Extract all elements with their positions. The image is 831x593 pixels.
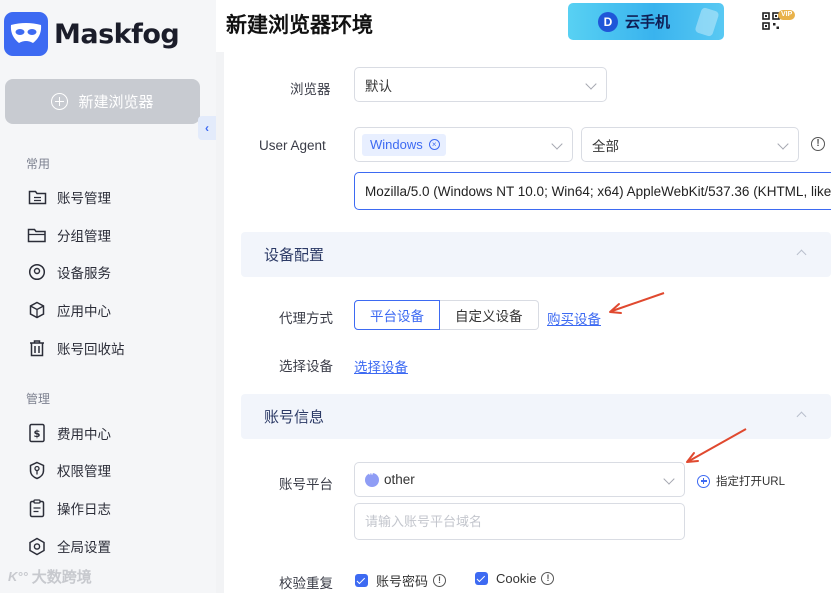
verify-password-checkbox[interactable]: 账号密码 ! [355, 571, 447, 590]
svg-text:$: $ [34, 429, 41, 440]
brand-name: Maskfog [54, 18, 180, 50]
plus-circle-icon [51, 93, 69, 110]
cloud-phone-label: 云手机 [625, 14, 671, 31]
device-config-title: 设备配置 [264, 247, 325, 264]
sidebar-item-label: 账号管理 [57, 191, 111, 206]
cloud-phone-banner[interactable]: D 云手机 [568, 3, 724, 40]
account-info-section[interactable]: 账号信息 [241, 394, 831, 439]
sidebar-item-app-center[interactable]: 应用中心 [26, 295, 111, 325]
info-icon[interactable]: ! [541, 572, 555, 585]
watermark-logo: K°° [8, 569, 28, 584]
billing-icon: $ [26, 422, 48, 444]
chevron-up-icon[interactable] [796, 411, 807, 422]
folder-icon [26, 224, 48, 246]
add-open-url-button[interactable]: 指定打开URL [697, 473, 785, 489]
sidebar-item-group-management[interactable]: 分组管理 [26, 220, 111, 250]
cloud-phone-icon: D [598, 12, 618, 32]
proxy-option-custom[interactable]: 自定义设备 [440, 300, 539, 330]
chevron-down-icon [585, 78, 597, 90]
section-label-manage: 管理 [26, 392, 51, 406]
chevron-up-icon[interactable] [796, 249, 807, 260]
sidebar-item-label: 费用中心 [57, 427, 111, 442]
sidebar-item-label: 操作日志 [57, 502, 111, 517]
watermark-text: 大数跨境 [31, 569, 92, 586]
shield-key-icon [26, 459, 48, 481]
checkbox-checked-icon[interactable] [355, 574, 368, 587]
user-agent-label: User Agent [259, 138, 326, 153]
sidebar-item-label: 设备服务 [57, 266, 111, 281]
phone-decoration-icon [694, 6, 720, 38]
sidebar-item-label: 分组管理 [57, 229, 111, 244]
mask-logo-icon [4, 12, 48, 56]
sidebar-item-device-service[interactable]: 设备服务 [26, 257, 111, 287]
brand[interactable]: Maskfog [4, 12, 180, 56]
clipboard-icon [26, 497, 48, 519]
browser-label: 浏览器 [290, 82, 331, 97]
os-select[interactable]: Windows × [354, 127, 573, 162]
sidebar: Maskfog 新建浏览器 常用 账号管理 分组管理 设备服务 应用中心 账号回… [0, 0, 216, 593]
account-folder-icon [26, 186, 48, 208]
user-agent-string: Mozilla/5.0 (Windows NT 10.0; Win64; x64… [365, 183, 831, 199]
new-browser-button[interactable]: 新建浏览器 [5, 79, 200, 124]
select-device-link[interactable]: 选择设备 [354, 356, 408, 376]
os-tag-label: Windows [370, 137, 423, 152]
browser-select[interactable]: 默认 [354, 67, 607, 102]
user-agent-input[interactable]: Mozilla/5.0 (Windows NT 10.0; Win64; x64… [354, 172, 831, 210]
verify-cookie-checkbox[interactable]: Cookie ! [475, 571, 555, 586]
new-browser-label: 新建浏览器 [78, 94, 154, 111]
more-dots-icon [365, 469, 379, 487]
proxy-method-toggle: 平台设备 自定义设备 [354, 300, 539, 330]
collapse-sidebar-button[interactable]: ‹ [198, 116, 216, 140]
buy-device-link[interactable]: 购买设备 [547, 308, 601, 328]
info-icon[interactable]: ! [433, 574, 447, 587]
sidebar-item-global-settings[interactable]: 全局设置 [26, 531, 111, 561]
plus-circle-icon [697, 474, 710, 488]
close-icon[interactable]: × [428, 139, 440, 150]
page-title: 新建浏览器环境 [226, 14, 373, 37]
vip-badge: VIP [778, 10, 796, 20]
chevron-left-icon: ‹ [205, 121, 209, 135]
checkbox-checked-icon[interactable] [475, 572, 488, 585]
account-info-title: 账号信息 [264, 409, 325, 426]
add-open-url-label: 指定打开URL [716, 476, 786, 488]
section-label-common: 常用 [26, 157, 51, 171]
location-pin-icon [26, 261, 48, 283]
proxy-method-label: 代理方式 [279, 311, 333, 326]
ua-version-select[interactable]: 全部 [581, 127, 799, 162]
account-platform-label: 账号平台 [279, 477, 333, 492]
verify-duplicate-label: 校验重复 [279, 576, 333, 591]
sidebar-item-label: 全局设置 [57, 540, 111, 555]
info-icon[interactable]: ! [811, 137, 825, 151]
ua-version-value: 全部 [592, 138, 619, 154]
chevron-down-icon [663, 473, 675, 485]
chevron-down-icon [777, 138, 789, 150]
sidebar-item-recycle-bin[interactable]: 账号回收站 [26, 333, 125, 363]
sidebar-item-label: 应用中心 [57, 304, 111, 319]
watermark: K°° 大数跨境 [8, 566, 92, 587]
content-gutter [216, 52, 224, 593]
verify-cookie-label: Cookie [496, 571, 537, 586]
sidebar-item-billing[interactable]: $ 费用中心 [26, 418, 111, 448]
sidebar-item-operation-log[interactable]: 操作日志 [26, 493, 111, 523]
sidebar-item-permissions[interactable]: 权限管理 [26, 455, 111, 485]
device-config-section[interactable]: 设备配置 [241, 232, 831, 277]
sidebar-item-account-management[interactable]: 账号管理 [26, 182, 111, 212]
account-platform-value: other [384, 472, 415, 487]
verify-password-label: 账号密码 [376, 574, 429, 589]
account-platform-select[interactable]: other [354, 462, 685, 497]
cube-icon [26, 299, 48, 321]
os-tag[interactable]: Windows × [362, 133, 446, 156]
chevron-down-icon [551, 138, 563, 150]
select-device-label: 选择设备 [279, 359, 333, 374]
trash-icon [26, 337, 48, 359]
platform-domain-input[interactable] [354, 503, 685, 540]
sidebar-item-label: 权限管理 [57, 464, 111, 479]
settings-hex-icon [26, 535, 48, 557]
sidebar-item-label: 账号回收站 [57, 342, 125, 357]
proxy-option-platform[interactable]: 平台设备 [354, 300, 440, 330]
browser-select-value: 默认 [365, 78, 392, 94]
